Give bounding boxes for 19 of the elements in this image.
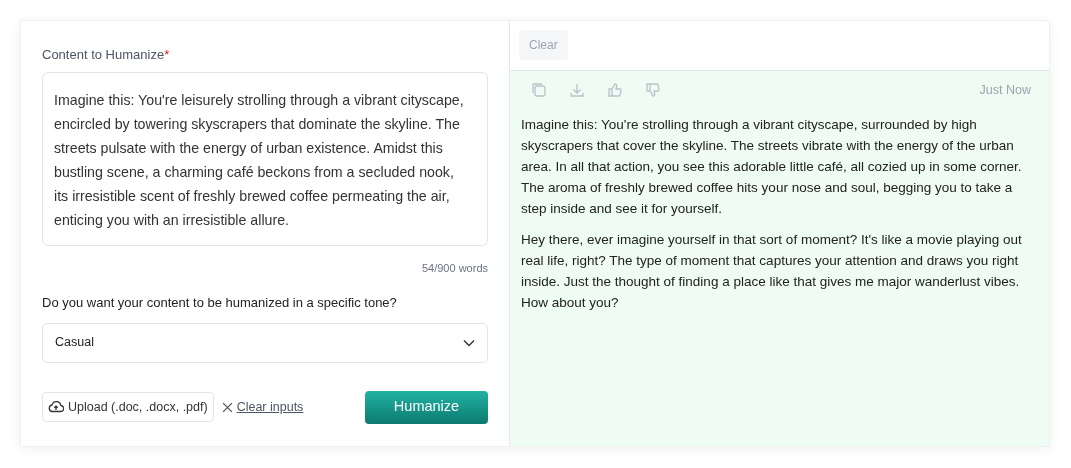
cloud-upload-icon [48, 401, 64, 413]
input-field[interactable]: Imagine this: You're leisurely strolling through a vibrant cityscape, encircled by towering skyscrapers that dominate the skyline. The streets pulsate with the energy of urban existence. Amidst this bustling scene, a charming café beckons from a secluded nook, its irresistible scent of freshly brewed coffee permeating the air, enticing you with an irresistible allure. [42, 71, 488, 246]
clear-inputs-link[interactable]: Clear inputs [221, 397, 304, 417]
thumbs-up-icon[interactable] [607, 82, 623, 99]
timestamp: Just Now [979, 82, 1031, 99]
close-icon [221, 401, 233, 413]
humanize-button[interactable]: Humanize [365, 390, 488, 424]
question-label: Do you want your content to be humanized in a specific tone? [42, 295, 397, 310]
paragraph: Hey there, ever imagine yourself in that sort of moment? It's like a movie playing out real life, right? The type of moment that captures your attention and draws you right inside. Just the thought of finding a place like that gives me major wanderlust vibes. How about you? [521, 230, 1023, 312]
required-mark: * [164, 47, 170, 62]
word-count: 54/900 words [421, 261, 488, 274]
field-label: Content to Humanize [42, 47, 165, 62]
thumbs-down-icon[interactable] [645, 82, 661, 99]
paragraph: Imagine this: You're strolling through a vibrant cityscape, surrounded by high skyscrapers that cover the skyline. The streets vibrate with the energy of the urban area. In all that action, you see this adorable little café, all cozied up in some corner. The aroma of freshly brewed coffee hits your nose and soul, begging you to take a step inside and see it for yourself. [521, 115, 1023, 218]
copy-icon[interactable] [531, 82, 547, 99]
upload-button[interactable]: Upload (.doc, .docx, .pdf) [42, 391, 214, 423]
tone-dropdown[interactable]: Casual [42, 322, 488, 363]
chevron-down-icon [463, 338, 475, 347]
download-icon[interactable] [569, 82, 585, 99]
